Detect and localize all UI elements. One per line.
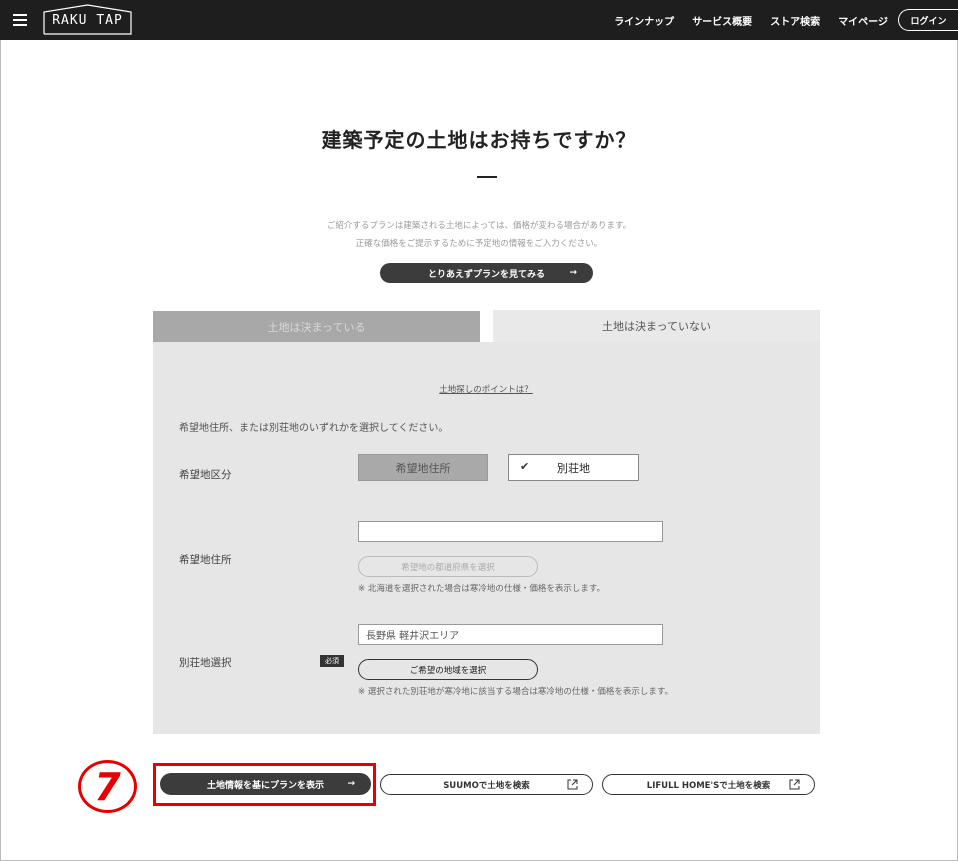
address-note: ※ 北海道を選択された場合は寒冷地の仕様・価格を表示します。 bbox=[358, 584, 605, 594]
option-villa-button[interactable]: ✔ 別荘地 bbox=[508, 454, 639, 481]
address-label: 希望地住所 bbox=[179, 554, 232, 566]
nav-lineup[interactable]: ラインナップ bbox=[614, 13, 674, 28]
homes-search-label: LIFULL HOME'Sで土地を検索 bbox=[646, 780, 771, 791]
address-input[interactable] bbox=[358, 521, 663, 542]
villa-note: ※ 選択された別荘地が寒冷地に該当する場合は寒冷地の仕様・価格を表示します。 bbox=[358, 687, 673, 697]
land-search-tips-link[interactable]: 土地探しのポイントは？ bbox=[0, 383, 958, 395]
arrow-right-icon: → bbox=[569, 268, 577, 278]
external-link-icon bbox=[567, 779, 578, 790]
menu-icon[interactable] bbox=[13, 14, 27, 26]
step-number-annotation: 7 bbox=[78, 760, 137, 813]
select-region-button[interactable]: ご希望の地域を選択 bbox=[358, 659, 538, 680]
villa-label: 別荘地選択 bbox=[179, 657, 232, 669]
intro-line-2: 正確な価格をご提示するために予定地の情報をご入力ください。 bbox=[355, 239, 603, 249]
nav-my-page[interactable]: マイページ bbox=[838, 13, 888, 28]
see-plans-button[interactable]: とりあえずプランを見てみる → bbox=[380, 263, 593, 283]
logo-text: RAKU TAP bbox=[52, 13, 123, 28]
nav-store-search[interactable]: ストア検索 bbox=[770, 13, 820, 28]
site-logo[interactable]: RAKU TAP bbox=[43, 4, 132, 35]
tab-land-decided[interactable]: 土地は決まっている bbox=[153, 311, 480, 342]
suumo-search-button[interactable]: SUUMOで土地を検索 bbox=[380, 774, 593, 795]
show-plan-label: 土地情報を基にプランを表示 bbox=[206, 780, 324, 791]
option-address-button[interactable]: 希望地住所 bbox=[358, 454, 488, 481]
external-link-icon bbox=[789, 779, 800, 790]
category-label: 希望地区分 bbox=[179, 469, 232, 481]
tab-land-undecided[interactable]: 土地は決まっていない bbox=[493, 310, 820, 342]
show-plan-button[interactable]: 土地情報を基にプランを表示 → bbox=[160, 773, 371, 795]
main-nav: ラインナップ サービス概要 ストア検索 マイページ bbox=[614, 0, 888, 40]
required-badge: 必須 bbox=[320, 655, 344, 667]
option-villa-label: 別荘地 bbox=[557, 461, 590, 475]
title-divider bbox=[477, 176, 497, 178]
homes-search-button[interactable]: LIFULL HOME'Sで土地を検索 bbox=[602, 774, 815, 795]
intro-line-1: ご紹介するプランは建築される土地によっては、価格が変わる場合があります。 bbox=[326, 221, 632, 231]
check-icon: ✔ bbox=[520, 460, 530, 473]
site-header: RAKU TAP ラインナップ サービス概要 ストア検索 マイページ ログイン bbox=[0, 0, 958, 40]
nav-service-overview[interactable]: サービス概要 bbox=[692, 13, 752, 28]
form-instruction: 希望地住所、または別荘地のいずれかを選択してください。 bbox=[179, 423, 449, 434]
arrow-right-icon: → bbox=[347, 779, 355, 789]
login-button[interactable]: ログイン bbox=[898, 9, 958, 31]
see-plans-label: とりあえずプランを見てみる bbox=[427, 269, 545, 280]
villa-input[interactable]: 長野県 軽井沢エリア bbox=[358, 624, 663, 645]
page-title: 建築予定の土地はお持ちですか？ bbox=[321, 128, 637, 152]
select-prefecture-button[interactable]: 希望地の都道府県を選択 bbox=[358, 556, 538, 577]
suumo-search-label: SUUMOで土地を検索 bbox=[443, 780, 530, 791]
